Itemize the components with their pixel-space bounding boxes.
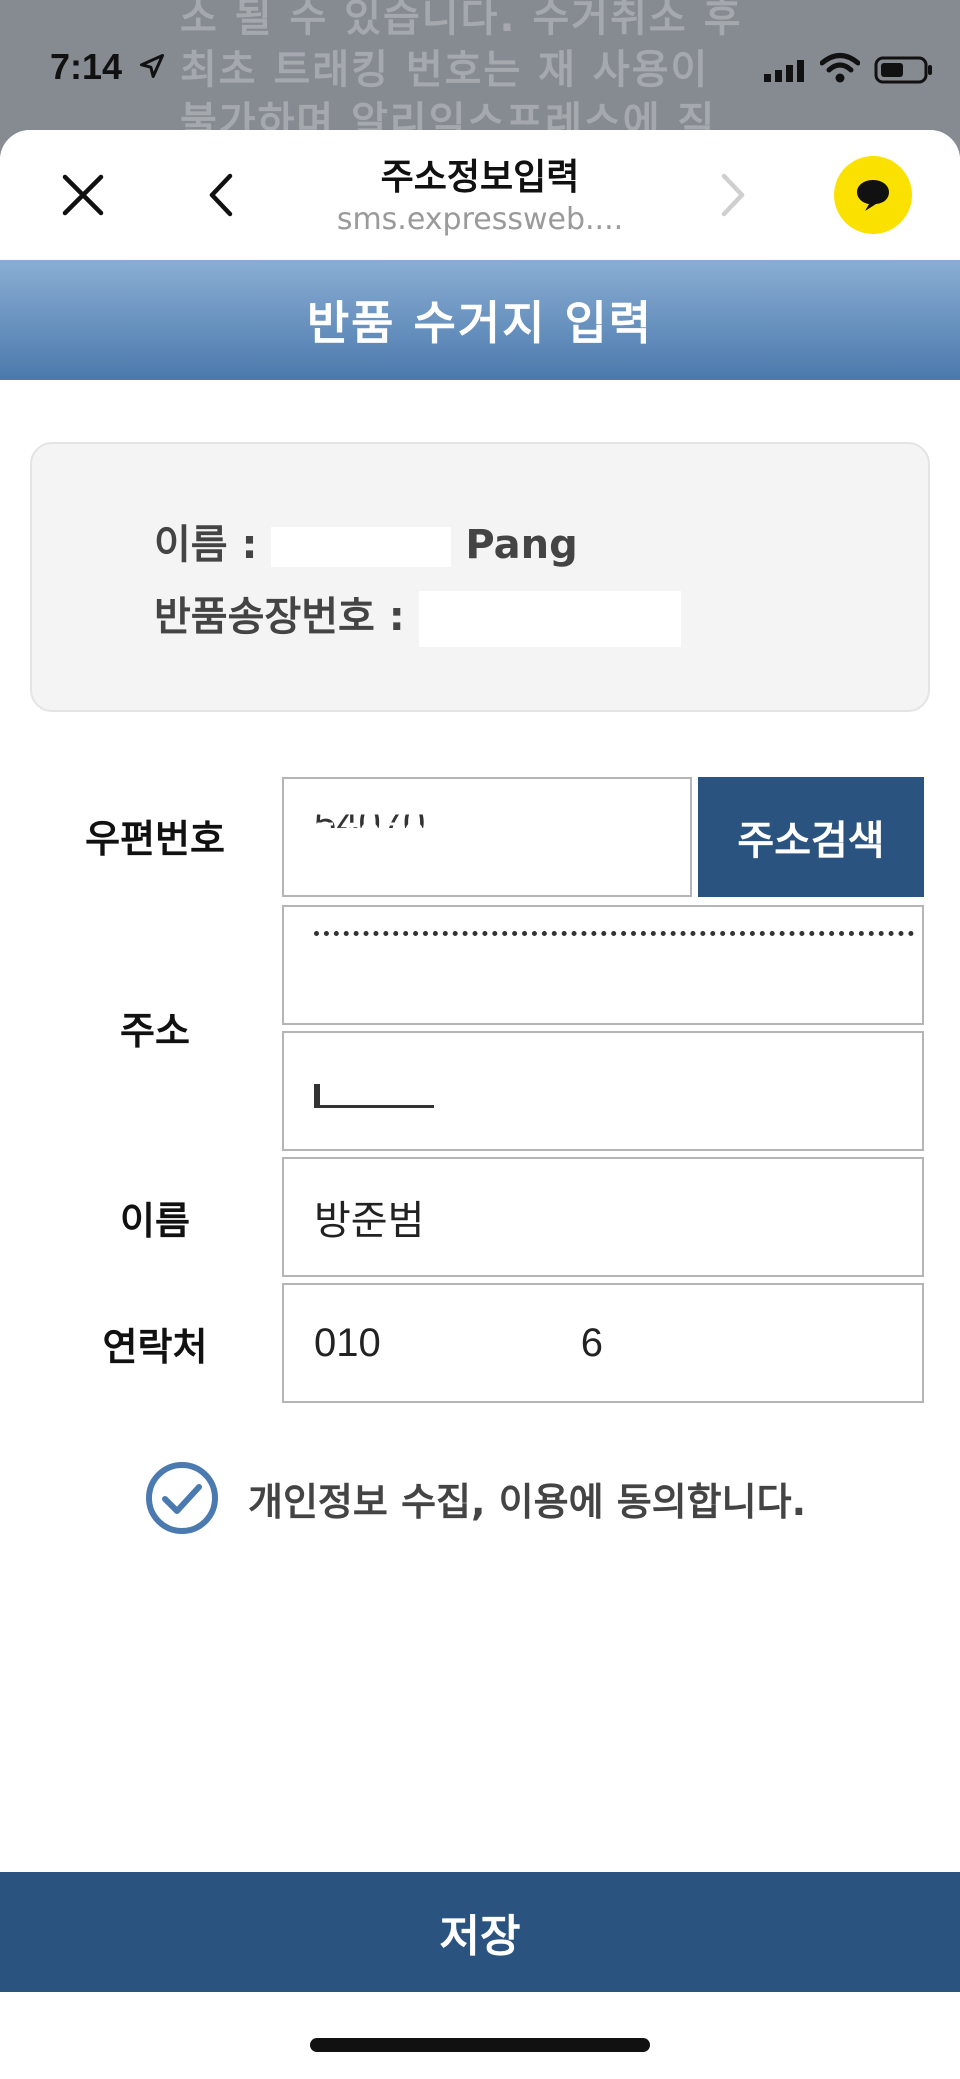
battery-icon bbox=[874, 56, 932, 84]
info-name-line: 이름 : Pang bbox=[154, 512, 578, 570]
address-line1-field[interactable] bbox=[282, 905, 924, 1025]
background-page-text: 소 될 수 있습니다. 수거취소 후 최초 트래킹 번호는 재 사용이 불가하며… bbox=[180, 0, 743, 140]
redacted-name bbox=[271, 527, 452, 567]
info-name-suffix: Pang bbox=[465, 522, 578, 568]
address-search-button[interactable]: 주소검색 bbox=[698, 777, 924, 897]
in-app-browser-sheet: 주소정보입력 sms.expressweb.... 반품 수거지 입력 이름 :… bbox=[0, 130, 960, 2079]
checkbox-checked-icon[interactable] bbox=[144, 1460, 220, 1536]
phone-suffix: 6 bbox=[580, 1320, 603, 1365]
name-field[interactable]: 방준범 bbox=[282, 1157, 924, 1277]
browser-url: sms.expressweb.... bbox=[336, 202, 624, 237]
phone-field[interactable]: 010 6 bbox=[282, 1283, 924, 1403]
redacted-address-fragment-2 bbox=[314, 1084, 434, 1108]
status-time: 7:14 bbox=[50, 46, 123, 87]
page-title: 반품 수거지 입력 bbox=[0, 260, 960, 380]
browser-nav-bar: 주소정보입력 sms.expressweb.... bbox=[0, 130, 960, 260]
address-label: 주소 bbox=[120, 1009, 190, 1053]
order-info-box: 이름 : Pang 반품송장번호 : bbox=[30, 442, 930, 712]
save-button[interactable]: 저장 bbox=[0, 1872, 960, 1992]
info-name-label: 이름 : bbox=[154, 522, 258, 568]
speech-bubble-icon bbox=[857, 180, 889, 211]
info-invoice-line: 반품송장번호 : bbox=[154, 584, 681, 647]
kakaotalk-share-button[interactable] bbox=[834, 156, 912, 234]
postcode-field[interactable]: 54070 bbox=[282, 777, 692, 897]
info-invoice-label: 반품송장번호 : bbox=[154, 594, 405, 640]
redacted-address-fragment bbox=[314, 931, 914, 941]
forward-chevron-icon[interactable] bbox=[712, 170, 752, 220]
home-indicator bbox=[310, 2038, 650, 2052]
consent-label: 개인정보 수집, 이용에 동의합니다. bbox=[248, 1479, 807, 1524]
wifi-icon bbox=[820, 53, 860, 83]
postcode-label: 우편번호 bbox=[85, 817, 225, 861]
name-label: 이름 bbox=[120, 1199, 190, 1243]
redacted-invoice-number bbox=[418, 591, 681, 647]
privacy-consent[interactable]: 개인정보 수집, 이용에 동의합니다. bbox=[144, 1460, 806, 1536]
phone-label: 연락처 bbox=[102, 1325, 208, 1369]
browser-title: 주소정보입력 bbox=[380, 157, 580, 198]
address-line2-field[interactable] bbox=[282, 1031, 924, 1151]
postcode-value: 54070 bbox=[314, 814, 426, 859]
status-bar: 소 될 수 있습니다. 수거취소 후 최초 트래킹 번호는 재 사용이 불가하며… bbox=[0, 0, 960, 140]
cellular-signal-icon bbox=[764, 60, 804, 82]
phone-prefix: 010 bbox=[314, 1320, 381, 1365]
location-arrow-icon bbox=[139, 53, 165, 79]
name-value: 방준범 bbox=[314, 1199, 425, 1243]
